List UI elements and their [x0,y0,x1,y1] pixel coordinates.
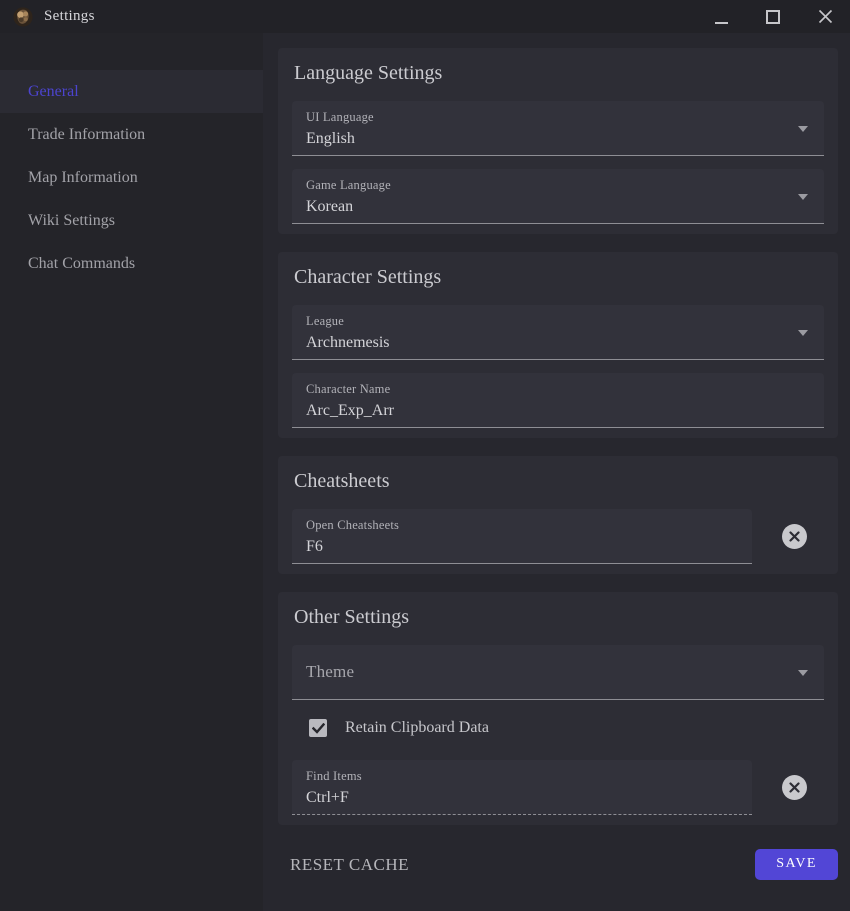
clear-hotkey-button[interactable] [782,524,807,549]
other-settings-card: Other Settings Theme Retain Clipboard Da… [278,592,838,825]
sidebar-item-label: General [28,82,79,100]
minimize-icon [714,21,728,24]
find-items-label: Find Items [306,769,362,783]
cheatsheets-card: Cheatsheets Open Cheatsheets F6 [278,456,838,574]
minimize-button[interactable] [710,4,732,30]
footer-actions: RESET CACHE SAVE [278,839,838,880]
ui-language-label: UI Language [306,110,374,124]
maximize-icon [766,9,780,24]
chevron-down-icon [798,126,808,132]
find-items-hotkey-input[interactable]: Find Items Ctrl+F [292,760,752,815]
sidebar-item-label: Chat Commands [28,254,136,272]
clear-x-icon [789,782,800,793]
chevron-down-icon [798,194,808,200]
character-name-input[interactable]: Character Name Arc_Exp_Arr [292,373,824,428]
game-language-select[interactable]: Game Language Korean [292,169,824,224]
close-button[interactable] [814,4,836,30]
find-items-row: Find Items Ctrl+F [292,760,824,815]
theme-select[interactable]: Theme [292,645,824,700]
chevron-down-icon [798,330,808,336]
sidebar-item-chat-commands[interactable]: Chat Commands [0,242,263,285]
open-cheatsheets-hotkey-input[interactable]: Open Cheatsheets F6 [292,509,752,564]
language-settings-card: Language Settings UI Language English Ga… [278,48,838,234]
sidebar-item-map-information[interactable]: Map Information [0,156,263,199]
open-cheatsheets-value: F6 [306,538,323,555]
ui-language-select[interactable]: UI Language English [292,101,824,156]
theme-label: Theme [306,662,355,681]
reset-cache-button[interactable]: RESET CACHE [290,855,409,875]
checkmark-icon [311,722,325,734]
titlebar: Settings [0,0,850,33]
sidebar: General Trade Information Map Informatio… [0,33,263,911]
section-title-language-settings: Language Settings [294,62,443,84]
character-name-value: Arc_Exp_Arr [306,402,394,419]
save-button[interactable]: SAVE [755,849,838,880]
section-title-character-settings: Character Settings [294,266,442,288]
settings-window: Settings General Trade Information Map I… [0,0,850,911]
retain-clipboard-label: Retain Clipboard Data [345,719,489,736]
window-controls [680,4,836,30]
chevron-down-icon [798,670,808,676]
ui-language-value: English [306,130,355,147]
game-language-value: Korean [306,198,354,215]
sidebar-item-trade-information[interactable]: Trade Information [0,113,263,156]
sidebar-item-label: Map Information [28,168,138,186]
league-label: League [306,314,344,328]
league-select[interactable]: League Archnemesis [292,305,824,360]
maximize-button[interactable] [762,4,784,30]
section-title-other-settings: Other Settings [294,606,409,628]
settings-content: Language Settings UI Language English Ga… [263,33,850,911]
sidebar-item-label: Wiki Settings [28,211,115,229]
league-value: Archnemesis [306,334,390,351]
window-title: Settings [44,8,95,24]
section-title-cheatsheets: Cheatsheets [294,470,390,492]
app-logo-icon [13,6,33,27]
close-icon [818,9,832,24]
open-cheatsheets-row: Open Cheatsheets F6 [292,509,824,564]
retain-clipboard-row: Retain Clipboard Data [309,719,824,737]
clear-hotkey-button[interactable] [782,775,807,800]
character-settings-card: Character Settings League Archnemesis Ch… [278,252,838,438]
retain-clipboard-checkbox[interactable] [309,719,327,737]
sidebar-item-wiki-settings[interactable]: Wiki Settings [0,199,263,242]
game-language-label: Game Language [306,178,391,192]
sidebar-item-general[interactable]: General [0,70,263,113]
open-cheatsheets-label: Open Cheatsheets [306,518,400,532]
character-name-label: Character Name [306,382,391,396]
clear-x-icon [789,531,800,542]
find-items-value: Ctrl+F [306,789,349,806]
sidebar-item-label: Trade Information [28,125,146,143]
